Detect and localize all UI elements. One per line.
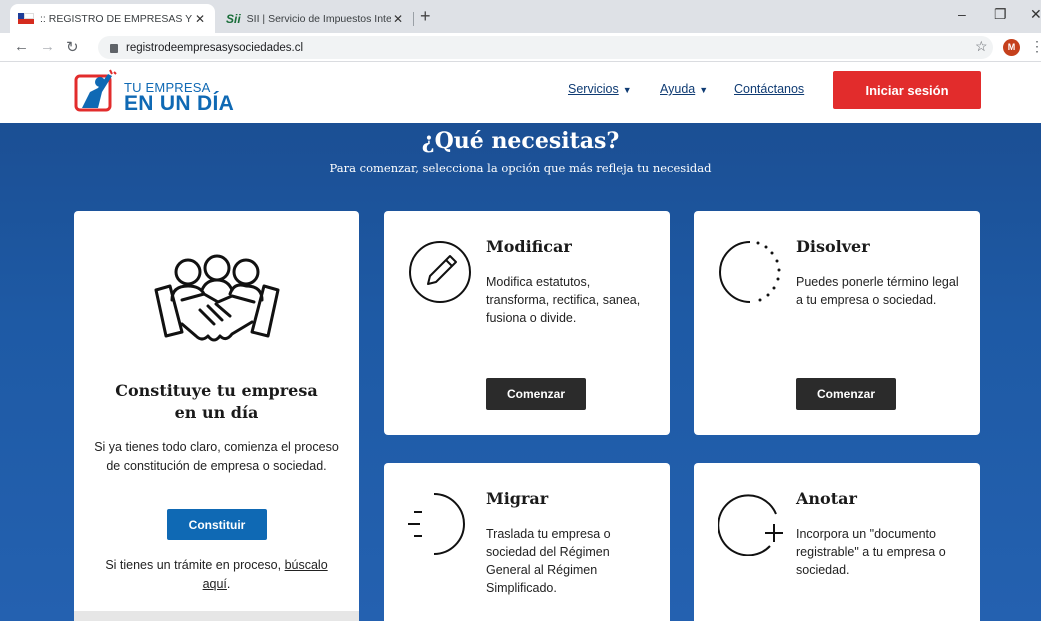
close-tab-icon[interactable]: ✕: [391, 12, 405, 26]
minimize-button[interactable]: –: [958, 6, 966, 22]
migrar-title: Migrar: [486, 489, 549, 508]
tab-title: :: REGISTRO DE EMPRESAS Y SOCIEDADES: [40, 12, 193, 25]
constituir-description: Si ya tienes todo claro, comienza el pro…: [94, 440, 339, 473]
nav-contactanos[interactable]: Contáctanos: [734, 82, 804, 96]
pending-prefix: Si tienes un trámite en proceso,: [105, 558, 285, 572]
constituir-button[interactable]: Constituir: [167, 509, 267, 540]
sii-favicon-icon: Sii: [226, 11, 241, 26]
disolver-description: Puedes ponerle término legal a tu empres…: [796, 275, 959, 307]
url-text: registrodeempresasysociedades.cl: [126, 41, 304, 54]
tab-separator: [413, 12, 414, 26]
modificar-description: Modifica estatutos, transforma, rectific…: [486, 275, 641, 325]
browser-tab-bar: :: REGISTRO DE EMPRESAS Y SOCIEDADES ✕ S…: [0, 0, 1041, 33]
tab-sii[interactable]: Sii SII | Servicio de Impuestos Internos…: [218, 4, 413, 33]
pencil-icon: [409, 241, 471, 303]
modificar-comenzar-button[interactable]: Comenzar: [486, 378, 586, 410]
hero-subtitle: Para comenzar, selecciona la opción que …: [329, 161, 712, 175]
logo-text-bottom[interactable]: EN UN DÍA: [124, 92, 234, 116]
constituir-title: Constituye tu empresa en un día: [74, 380, 359, 424]
profile-avatar[interactable]: M: [1003, 39, 1020, 56]
address-bar[interactable]: registrodeempresasysociedades.cl: [98, 36, 993, 59]
add-circle-icon: [718, 494, 783, 556]
restore-button[interactable]: ❐: [994, 6, 1007, 23]
pending-text: Si tienes un trámite en proceso, búscalo…: [94, 556, 339, 594]
browser-toolbar: ← → ↻ registrodeempresasysociedades.cl ☆…: [0, 33, 1041, 62]
bookmark-star-icon[interactable]: ☆: [975, 38, 988, 55]
anotar-title: Anotar: [796, 489, 857, 508]
nav-ayuda[interactable]: Ayuda ▼: [660, 82, 708, 96]
new-tab-button[interactable]: +: [420, 6, 431, 27]
caret-down-icon: ▼: [622, 85, 632, 95]
nav-servicios[interactable]: Servicios ▼: [568, 82, 632, 96]
close-tab-icon[interactable]: ✕: [193, 12, 207, 26]
nav-servicios-label: Servicios: [568, 82, 619, 96]
migrar-description: Traslada tu empresa o sociedad del Régim…: [486, 527, 611, 595]
migrate-icon: [408, 493, 465, 555]
dissolve-circle-icon: [719, 241, 781, 303]
close-window-button[interactable]: ✕: [1030, 6, 1041, 23]
forward-arrow-icon[interactable]: →: [40, 38, 55, 55]
tab-registro[interactable]: :: REGISTRO DE EMPRESAS Y SOCIEDADES ✕: [10, 4, 215, 33]
anotar-description: Incorpora un "documento registrable" a t…: [796, 527, 946, 577]
hero-title: ¿Qué necesitas?: [421, 128, 620, 154]
tab-title: SII | Servicio de Impuestos Internos: [246, 12, 391, 25]
caret-down-icon: ▼: [699, 85, 709, 95]
logo-icon[interactable]: [74, 68, 118, 112]
reload-icon[interactable]: ↻: [66, 38, 79, 56]
constituir-title-line1: Constituye tu empresa: [115, 381, 318, 400]
menu-kebab-icon[interactable]: ⋮: [1030, 38, 1041, 55]
pending-suffix: .: [226, 577, 231, 591]
back-arrow-icon[interactable]: ←: [14, 38, 29, 55]
lock-icon: [110, 44, 118, 53]
chile-flag-icon: [18, 13, 34, 24]
modificar-title: Modificar: [486, 237, 572, 256]
login-button[interactable]: Iniciar sesión: [833, 71, 981, 109]
constituir-title-line2: en un día: [174, 403, 259, 422]
disolver-comenzar-button[interactable]: Comenzar: [796, 378, 896, 410]
constituir-card-footer: [74, 611, 359, 621]
disolver-title: Disolver: [796, 237, 870, 256]
nav-ayuda-label: Ayuda: [660, 82, 696, 96]
handshake-icon: [154, 254, 280, 342]
